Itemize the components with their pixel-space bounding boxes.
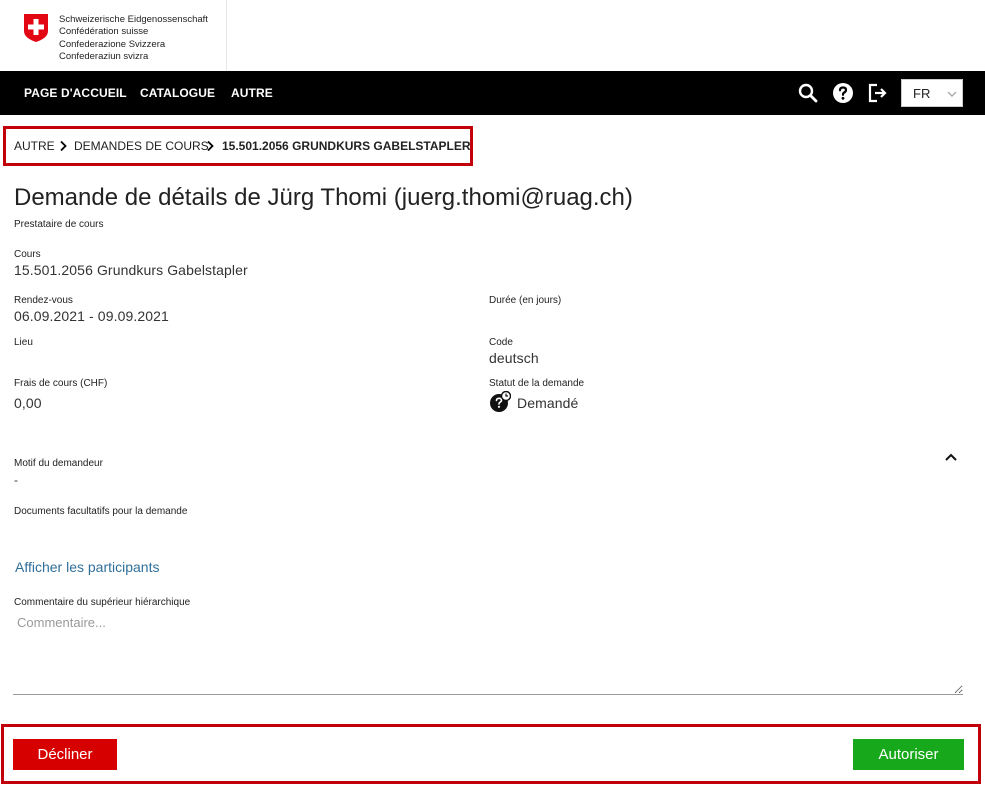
status-label: Statut de la demande	[489, 378, 585, 389]
code-label: Code	[489, 337, 513, 348]
status-value: Demandé	[517, 395, 579, 411]
breadcrumb-item-requests[interactable]: DEMANDES DE COURS	[74, 139, 209, 153]
actions-highlight	[1, 724, 981, 784]
nav-home[interactable]: PAGE D'ACCUEIL	[24, 71, 127, 115]
page-title: Demande de détails de Jürg Thomi (juerg.…	[14, 184, 633, 211]
course-value: 15.501.2056 Grundkurs Gabelstapler	[14, 262, 248, 278]
search-icon[interactable]	[796, 81, 820, 105]
government-name: Schweizerische Eidgenossenschaft Confédé…	[59, 14, 208, 63]
decline-button[interactable]: Décliner	[13, 739, 117, 770]
help-icon[interactable]	[831, 81, 855, 105]
location-label: Lieu	[14, 337, 33, 348]
gov-line-it: Confederazione Svizzera	[59, 38, 166, 50]
nav-catalogue[interactable]: CATALOGUE	[140, 71, 215, 115]
code-value: deutsch	[489, 350, 539, 366]
reason-value: -	[14, 473, 19, 487]
gov-line-rm: Confederaziun svizra	[59, 50, 149, 62]
chevron-right-icon	[207, 140, 214, 152]
logout-icon[interactable]	[866, 81, 890, 105]
chevron-down-icon	[947, 91, 957, 97]
breadcrumb-current: 15.501.2056 GRUNDKURS GABELSTAPLER	[222, 139, 471, 153]
breadcrumb-item-other[interactable]: AUTRE	[14, 139, 55, 153]
gov-line-fr: Confédération suisse	[59, 26, 149, 38]
duration-label: Durée (en jours)	[489, 295, 562, 306]
comment-textarea[interactable]	[13, 611, 963, 695]
show-participants-link[interactable]: Afficher les participants	[15, 559, 159, 575]
gov-line-de: Schweizerische Eidgenossenschaft	[59, 14, 208, 25]
fees-value: 0,00	[14, 395, 42, 411]
dates-value: 06.09.2021 - 09.09.2021	[14, 308, 169, 324]
nav-other[interactable]: AUTRE	[231, 71, 273, 115]
chevron-right-icon	[60, 140, 67, 152]
main-navbar: PAGE D'ACCUEIL CATALOGUE AUTRE	[0, 71, 985, 115]
language-select[interactable]: FR	[901, 79, 963, 107]
authorize-button[interactable]: Autoriser	[853, 739, 964, 770]
pending-status-icon	[490, 391, 511, 412]
language-value: FR	[913, 86, 931, 101]
comment-label: Commentaire du supérieur hiérarchique	[14, 597, 191, 608]
reason-label: Motif du demandeur	[14, 458, 103, 469]
chevron-up-icon[interactable]	[943, 450, 959, 464]
fees-label: Frais de cours (CHF)	[14, 378, 108, 389]
course-label: Cours	[14, 249, 41, 260]
dates-label: Rendez-vous	[14, 295, 73, 306]
course-provider-label: Prestataire de cours	[14, 219, 104, 230]
swiss-flag-logo	[24, 14, 48, 42]
documents-label: Documents facultatifs pour la demande	[14, 506, 188, 517]
